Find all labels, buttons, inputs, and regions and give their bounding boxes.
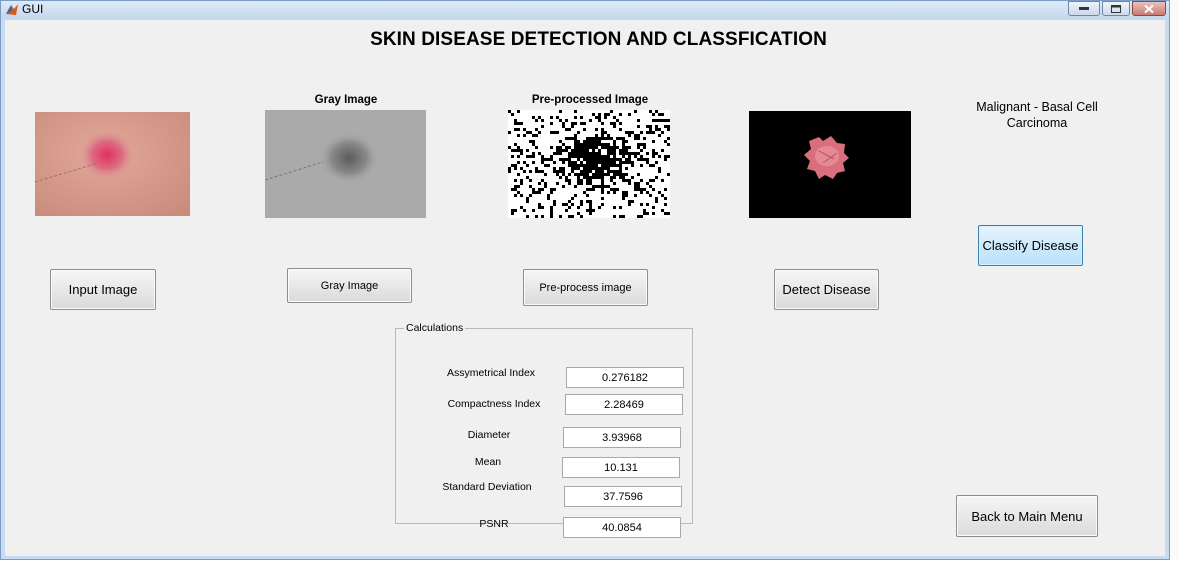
- page-title: SKIN DISEASE DETECTION AND CLASSFICATION: [370, 29, 827, 50]
- result-line-1: Malignant - Basal Cell: [976, 100, 1098, 114]
- close-button[interactable]: [1132, 1, 1166, 16]
- classification-result: Malignant - Basal Cell Carcinoma: [955, 99, 1119, 131]
- detected-disease-display: [749, 111, 911, 218]
- preprocess-image-button[interactable]: Pre-process image: [523, 269, 648, 306]
- detect-disease-button[interactable]: Detect Disease: [774, 269, 879, 310]
- psnr-label: PSNR: [479, 518, 509, 530]
- background-edge-bottom: [0, 560, 1179, 571]
- matlab-icon: [5, 3, 19, 16]
- gray-image-button[interactable]: Gray Image: [287, 268, 412, 303]
- minimize-icon: [1079, 6, 1089, 10]
- assymetrical-index-field[interactable]: 0.276182: [566, 367, 684, 388]
- mean-field[interactable]: 10.131: [562, 457, 680, 478]
- diameter-field[interactable]: 3.93968: [563, 427, 681, 448]
- window-title: GUI: [22, 2, 44, 16]
- standard-deviation-label: Standard Deviation: [442, 481, 532, 493]
- mean-label: Mean: [474, 456, 502, 468]
- calculations-panel-title: Calculations: [404, 322, 466, 334]
- classify-disease-button[interactable]: Classify Disease: [978, 225, 1083, 266]
- close-icon: [1144, 4, 1154, 13]
- result-line-2: Carcinoma: [1006, 116, 1068, 130]
- background-edge: [1170, 0, 1179, 560]
- compactness-index-label: Compactness Index: [447, 398, 541, 410]
- assymetrical-index-label: Assymetrical Index: [446, 367, 536, 379]
- preprocessed-image-label: Pre-processed Image: [531, 94, 649, 106]
- diameter-label: Diameter: [467, 429, 511, 441]
- maximize-button[interactable]: [1102, 1, 1130, 16]
- minimize-button[interactable]: [1068, 1, 1100, 16]
- maximize-icon: [1111, 4, 1121, 13]
- psnr-field[interactable]: 40.0854: [563, 517, 681, 538]
- title-bar: GUI: [1, 1, 1169, 19]
- preprocessed-image-display: [508, 110, 670, 218]
- input-image-display: [35, 112, 190, 216]
- gray-image-display: [265, 110, 426, 218]
- input-image-button[interactable]: Input Image: [50, 269, 156, 310]
- standard-deviation-field[interactable]: 37.7596: [564, 486, 682, 507]
- compactness-index-field[interactable]: 2.28469: [565, 394, 683, 415]
- back-to-main-menu-button[interactable]: Back to Main Menu: [956, 495, 1098, 537]
- gray-image-label: Gray Image: [314, 94, 378, 106]
